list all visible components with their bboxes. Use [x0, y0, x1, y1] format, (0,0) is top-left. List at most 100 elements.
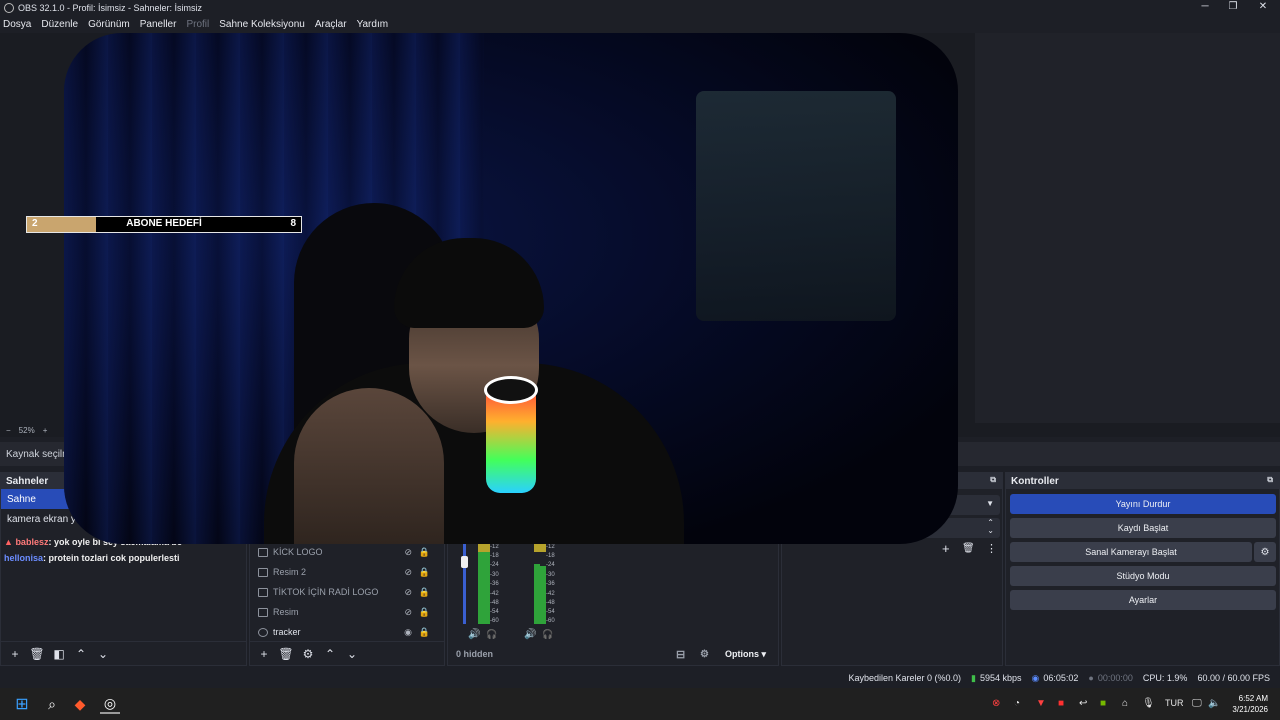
db-label: -42: [546, 591, 555, 597]
add-transition-button[interactable]: +: [942, 541, 950, 556]
network-icon[interactable]: 🖵: [1192, 698, 1202, 709]
menu-docks[interactable]: Paneller: [140, 19, 177, 30]
maximize-button[interactable]: ❐: [1218, 0, 1248, 15]
remove-scene-button[interactable]: 🗑: [27, 644, 47, 664]
zoom-in-button[interactable]: +: [43, 426, 48, 435]
db-label: -54: [490, 609, 499, 615]
remove-source-button[interactable]: 🗑: [276, 644, 296, 664]
headphones-icon[interactable]: 🎧: [542, 629, 553, 640]
start-virtual-cam-button[interactable]: Sanal Kamerayı Başlat: [1010, 542, 1252, 562]
bitrate-indicator: ▮ 5954 kbps: [971, 672, 1022, 684]
dropped-frames: Kaybedilen Kareler 0 (%0.0): [848, 673, 962, 683]
virtual-cam-gear-icon[interactable]: ⚙: [1254, 542, 1276, 562]
eye-hidden-icon[interactable]: ⊘: [404, 587, 412, 598]
tray-app-icon[interactable]: ◔: [1014, 698, 1020, 709]
clock[interactable]: 6:52 AM 3/21/2026: [1232, 693, 1268, 715]
menu-edit[interactable]: Düzenle: [41, 19, 78, 30]
status-bar: Kaybedilen Kareler 0 (%0.0) ▮ 5954 kbps ◉…: [0, 668, 1280, 688]
move-up-button[interactable]: ⌃: [320, 644, 340, 664]
usb-icon[interactable]: ⌂: [1122, 698, 1128, 709]
source-properties-gear-icon[interactable]: ⚙: [298, 644, 318, 664]
language-indicator[interactable]: TUR: [1165, 698, 1184, 708]
menu-file[interactable]: Dosya: [3, 19, 31, 30]
advanced-audio-gear-icon[interactable]: ⚙: [700, 649, 709, 660]
source-row[interactable]: Resim 2 ⊘ 🔒: [250, 562, 444, 582]
layout-icon[interactable]: ⊟: [676, 648, 685, 661]
headphones-icon[interactable]: 🎧: [486, 629, 497, 640]
stop-stream-button[interactable]: Yayını Durdur: [1010, 494, 1276, 514]
subscriber-goal-bar: 2 ABONE HEDEFİ 8: [26, 216, 302, 233]
menu-tools[interactable]: Araçlar: [315, 19, 347, 30]
tray-record-icon[interactable]: ■: [1058, 698, 1064, 709]
eye-hidden-icon[interactable]: ⊘: [404, 547, 412, 558]
remove-transition-button[interactable]: 🗑: [962, 543, 975, 554]
cpu-usage: CPU: 1.9%: [1142, 673, 1188, 683]
undock-icon[interactable]: ⧉: [1267, 475, 1273, 485]
preview-canvas: [975, 33, 1280, 423]
brave-browser-icon[interactable]: ◆: [70, 694, 90, 714]
speaker-icon[interactable]: 🔊: [524, 629, 536, 640]
volume-icon[interactable]: 🔈: [1208, 698, 1220, 709]
tray-app-icon[interactable]: ⊗: [992, 698, 1000, 709]
title-bar: OBS 32.1.0 - Profil: İsimsiz - Sahneler:…: [0, 0, 1280, 15]
move-down-button[interactable]: ⌄: [342, 644, 362, 664]
nvidia-icon[interactable]: ■: [1100, 698, 1106, 709]
db-label: -42: [490, 591, 499, 597]
lock-icon[interactable]: 🔒: [419, 547, 430, 558]
goal-label: ABONE HEDEFİ: [126, 218, 202, 229]
eye-hidden-icon[interactable]: ⊘: [404, 607, 412, 618]
db-label: -60: [546, 618, 555, 624]
move-up-button[interactable]: ⌃: [71, 644, 91, 664]
windows-start-icon[interactable]: ⊞: [12, 694, 32, 714]
zoom-out-button[interactable]: −: [6, 426, 11, 435]
volume-slider[interactable]: [461, 556, 468, 568]
source-row[interactable]: TİKTOK İÇİN RADİ LOGO ⊘ 🔒: [250, 582, 444, 602]
db-label: -30: [490, 572, 499, 578]
eye-icon[interactable]: ◉: [404, 627, 412, 638]
hidden-count: 0 hidden: [456, 649, 494, 659]
add-source-button[interactable]: +: [254, 644, 274, 664]
microphone-ring: [484, 376, 538, 404]
chat-user: hellonisa: [4, 553, 44, 563]
source-row[interactable]: Resim ⊘ 🔒: [250, 602, 444, 622]
add-scene-button[interactable]: +: [5, 644, 25, 664]
minimize-button[interactable]: ─: [1190, 0, 1220, 15]
tray-app-icon[interactable]: ↩: [1079, 698, 1087, 709]
menu-scene-collection[interactable]: Sahne Koleksiyonu: [219, 19, 305, 30]
menu-view[interactable]: Görünüm: [88, 19, 130, 30]
start-record-button[interactable]: Kaydı Başlat: [1010, 518, 1276, 538]
menu-bar: Dosya Düzenle Görünüm Paneller Profil Sa…: [0, 15, 1280, 33]
options-button[interactable]: Options ▾: [725, 649, 766, 660]
clock-time: 6:52 AM: [1238, 694, 1268, 703]
db-label: -12: [490, 544, 499, 550]
lock-icon[interactable]: 🔒: [419, 587, 430, 598]
studio-mode-button[interactable]: Stüdyo Modu: [1010, 566, 1276, 586]
fps-readout: 60.00 / 60.00 FPS: [1197, 673, 1270, 683]
obs-taskbar-icon[interactable]: ◎: [100, 694, 120, 714]
image-icon: [258, 567, 268, 577]
microphone-icon[interactable]: 🎙: [1142, 698, 1155, 709]
db-label: -24: [546, 562, 555, 568]
zoom-level: 52%: [18, 425, 35, 435]
db-label: -36: [546, 581, 555, 587]
menu-profile[interactable]: Profil: [186, 19, 209, 30]
source-row[interactable]: tracker ◉ 🔒: [250, 622, 444, 642]
more-icon[interactable]: ⋮: [986, 542, 997, 555]
lock-icon[interactable]: 🔒: [419, 607, 430, 618]
undock-icon[interactable]: ⧉: [990, 475, 996, 485]
settings-button[interactable]: Ayarlar: [1010, 590, 1276, 610]
mixer-footer: 0 hidden ⊟ ⚙ Options ▾: [448, 643, 778, 665]
tray-app-icon[interactable]: ▼: [1036, 698, 1046, 709]
source-row[interactable]: KİCK LOGO ⊘ 🔒: [250, 542, 444, 562]
filter-icon[interactable]: ◧: [49, 644, 69, 664]
eye-hidden-icon[interactable]: ⊘: [404, 567, 412, 578]
close-button[interactable]: ✕: [1248, 0, 1278, 15]
lock-icon[interactable]: 🔒: [419, 567, 430, 578]
speaker-icon[interactable]: 🔊: [468, 629, 480, 640]
goal-target: 8: [290, 218, 296, 229]
menu-help[interactable]: Yardım: [357, 19, 389, 30]
search-icon[interactable]: ⌕: [42, 694, 62, 714]
lock-icon[interactable]: 🔒: [419, 627, 430, 638]
move-down-button[interactable]: ⌄: [93, 644, 113, 664]
chat-user: bablesz: [15, 537, 49, 547]
